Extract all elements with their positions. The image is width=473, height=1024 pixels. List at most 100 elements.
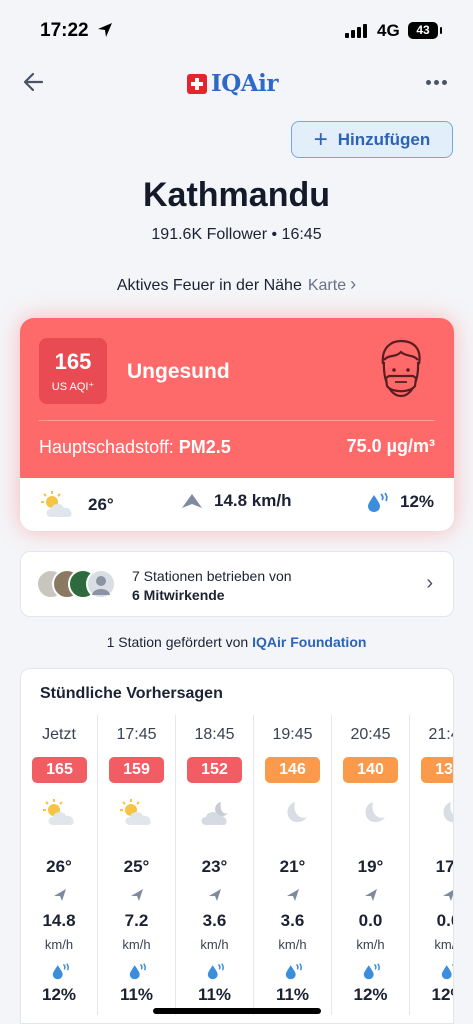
city-name: Kathmandu <box>143 176 330 214</box>
location-arrow-icon <box>98 23 112 37</box>
battery-icon: 43 <box>408 22 442 39</box>
iqair-foundation-link[interactable]: IQAir Foundation <box>252 634 366 650</box>
sponsor-text: 1 Station gefördert von IQAir Foundation <box>106 634 367 650</box>
wind-unit: km/h <box>278 937 307 952</box>
forecast-aqi-badge: 165 <box>32 757 87 783</box>
wind-unit: km/h <box>200 937 229 952</box>
forecast-temp: 19° <box>357 857 384 876</box>
face-mask-icon <box>381 339 421 398</box>
hourly-forecast-card[interactable]: Stündliche Vorhersagen Jetzt 165 26° 14.… <box>20 668 454 1024</box>
humidity-icon <box>207 963 224 980</box>
chevron-right-icon: › <box>426 572 433 594</box>
current-temp: 26° <box>40 491 114 519</box>
back-arrow-icon[interactable] <box>20 68 48 96</box>
forecast-humidity: 12% <box>431 985 453 1004</box>
aqi-badge: 165 US AQI⁺ <box>39 338 107 404</box>
forecast-aqi-badge: 140 <box>343 757 398 783</box>
more-options-icon[interactable] <box>426 80 447 85</box>
wind-direction-icon <box>287 889 299 901</box>
partly-sunny-icon <box>119 799 155 827</box>
forecast-columns[interactable]: Jetzt 165 26° 14.8 km/h 12% 17:45 159 25… <box>21 715 454 1015</box>
forecast-aqi-badge: 134 <box>421 757 453 783</box>
forecast-humidity: 12% <box>41 985 77 1004</box>
map-link[interactable]: Karte <box>308 277 346 294</box>
aqi-card[interactable]: 165 US AQI⁺ Ungesund Hauptschadstoff: PM… <box>20 318 454 531</box>
wind-direction-icon <box>209 889 221 901</box>
status-bar: 17:22 4G 43 <box>0 0 473 56</box>
plus-icon: + <box>313 125 328 153</box>
forecast-humidity: 11% <box>197 985 232 1004</box>
wind-direction-icon <box>54 889 66 901</box>
forecast-hour: 21:45 134 17° 0.0 km/h 12% <box>410 715 454 1015</box>
aqi-panel: 165 US AQI⁺ Ungesund Hauptschadstoff: PM… <box>20 318 454 478</box>
current-weather-row: 26° 14.8 km/h 12% <box>20 478 454 531</box>
forecast-time: 21:45 <box>428 726 453 743</box>
wind-direction-icon <box>131 889 143 901</box>
wind-direction-icon <box>443 890 453 901</box>
forecast-wind: 7.2 <box>124 911 149 930</box>
aqi-status: Ungesund <box>127 360 230 383</box>
forecast-hour: 19:45 146 21° 3.6 km/h 11% <box>254 715 332 1015</box>
forecast-temp: 25° <box>123 857 150 876</box>
forecast-time: 17:45 <box>116 726 157 743</box>
avatar <box>86 569 116 599</box>
forecast-wind: 3.6 <box>280 911 305 930</box>
status-time: 17:22 <box>40 20 89 41</box>
humidity-icon <box>52 963 69 980</box>
forecast-wind: 14.8 <box>42 911 76 930</box>
forecast-aqi-badge: 159 <box>109 757 164 783</box>
wind-unit: km/h <box>122 937 151 952</box>
forecast-time: 20:45 <box>350 726 391 743</box>
forecast-aqi-badge: 152 <box>187 757 242 783</box>
wind-unit: km/h <box>434 937 453 952</box>
forecast-time: 19:45 <box>272 726 313 743</box>
forecast-hour: 20:45 140 19° 0.0 km/h 12% <box>332 715 410 1015</box>
forecast-hour: 18:45 152 23° 3.6 km/h 11% <box>176 715 254 1015</box>
signal-icon <box>345 24 367 38</box>
forecast-hour: 17:45 159 25° 7.2 km/h 11% <box>98 715 176 1015</box>
city-meta: 191.6K Follower • 16:45 <box>151 226 322 243</box>
forecast-temp: 21° <box>279 857 306 876</box>
current-wind: 14.8 km/h <box>180 491 292 511</box>
forecast-title: Stündliche Vorhersagen <box>40 685 223 702</box>
humidity-icon <box>129 963 146 980</box>
active-fire-row[interactable]: Aktives Feuer in der Nähe Karte › <box>0 274 473 295</box>
forecast-temp: 26° <box>46 857 72 876</box>
clear-night-icon <box>353 799 389 827</box>
forecast-humidity: 12% <box>353 985 388 1004</box>
partly-sunny-icon <box>41 491 72 517</box>
clear-night-icon <box>431 799 453 827</box>
wind-direction-icon <box>365 889 377 901</box>
wind-unit: km/h <box>44 937 74 952</box>
iqair-logo: IQAir <box>187 70 279 97</box>
forecast-aqi-badge: 146 <box>265 757 320 783</box>
forecast-hour: Jetzt 165 26° 14.8 km/h 12% <box>21 715 98 1015</box>
forecast-temp: 23° <box>201 857 228 876</box>
clear-night-icon <box>275 799 311 827</box>
network-type: 4G <box>377 21 400 40</box>
chevron-right-icon: › <box>350 274 357 294</box>
forecast-wind: 0.0 <box>436 911 453 930</box>
forecast-humidity: 11% <box>275 985 310 1004</box>
partly-sunny-icon <box>42 799 78 827</box>
forecast-temp: 17° <box>435 857 454 876</box>
humidity-icon <box>368 492 388 512</box>
current-humidity: 12% <box>366 491 434 513</box>
wind-direction-icon <box>182 494 202 508</box>
main-pollutant: Hauptschadstoff: PM2.5 <box>39 437 231 457</box>
humidity-icon <box>363 963 380 980</box>
stations-card[interactable]: 7 Stationen betrieben von 6 Mitwirkende … <box>20 551 454 617</box>
contributor-avatars <box>36 569 128 599</box>
home-indicator[interactable] <box>153 1008 321 1014</box>
forecast-wind: 3.6 <box>202 911 227 930</box>
cloudy-night-icon <box>197 799 233 827</box>
wind-unit: km/h <box>356 937 385 952</box>
forecast-time: Jetzt <box>42 726 76 743</box>
add-button[interactable]: + Hinzufügen <box>291 121 453 158</box>
humidity-icon <box>285 963 302 980</box>
forecast-wind: 0.0 <box>358 911 383 930</box>
swiss-flag-icon <box>187 73 207 94</box>
pollutant-concentration: 75.0 µg/m³ <box>346 436 435 456</box>
forecast-time: 18:45 <box>194 726 235 743</box>
forecast-humidity: 11% <box>119 985 154 1004</box>
